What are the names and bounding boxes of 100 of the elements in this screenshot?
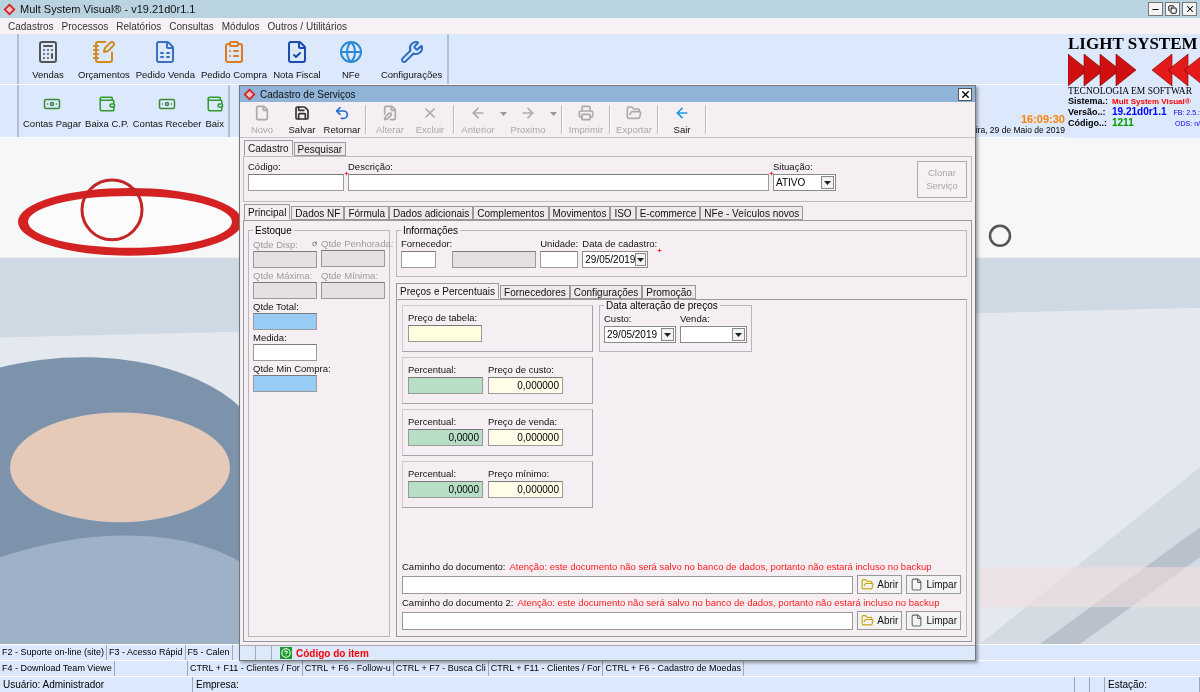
field-label: Qtde Total:	[253, 301, 299, 312]
percent-field[interactable]: 0,0000	[408, 429, 483, 446]
clear-button[interactable]: Limpar	[906, 611, 961, 630]
field-label: Caminho do documento:	[402, 561, 506, 572]
date-field[interactable]: 29/05/2019	[582, 251, 649, 268]
clear-button[interactable]: Limpar	[906, 575, 961, 594]
dropdown-button[interactable]	[635, 253, 647, 266]
tab[interactable]: Fórmula	[344, 206, 390, 220]
info-label: Código..:	[1068, 118, 1108, 128]
tab[interactable]: NFe - Veículos novos	[700, 206, 804, 220]
caret-icon	[549, 111, 557, 116]
wallet-icon	[97, 95, 116, 113]
percent-field[interactable]	[408, 377, 483, 394]
tab[interactable]: Configurações	[569, 285, 643, 299]
menu-item[interactable]: Relatórios	[112, 20, 166, 32]
supplier-name-field[interactable]	[452, 251, 537, 268]
toolbar-button[interactable]: Pedido Venda	[132, 34, 198, 84]
date-field[interactable]: 29/05/2019	[604, 326, 676, 343]
menu-item[interactable]: Outros / Utilitários	[263, 20, 352, 32]
table-price-field[interactable]	[408, 325, 482, 342]
close-icon	[959, 88, 971, 100]
toolbar-button[interactable]: Baix	[203, 85, 226, 137]
toolbar-button[interactable]: Baixa C.P.	[83, 85, 131, 137]
tab[interactable]: E-commerce	[635, 206, 701, 220]
toolbar-button[interactable]: NFe	[323, 34, 378, 84]
toolbar-button[interactable]: Contas Receber	[130, 85, 204, 137]
close-button[interactable]	[1182, 2, 1197, 16]
code-field[interactable]	[248, 174, 344, 191]
price-field[interactable]: 0,000000	[488, 429, 563, 446]
tab[interactable]: Dados adicionais	[389, 206, 474, 220]
toolbar-button[interactable]: Pedido Compra	[197, 34, 270, 84]
unit-field[interactable]	[540, 251, 579, 268]
toolbar-button[interactable]: Nota Fiscal	[269, 34, 324, 84]
close-button[interactable]	[958, 87, 972, 101]
toolbar-button[interactable]: Sair	[662, 104, 702, 135]
toolbar-button[interactable]: Retornar	[322, 104, 362, 135]
help-icon	[280, 647, 292, 659]
stock-field[interactable]	[321, 282, 385, 299]
dropdown-button[interactable]	[732, 328, 745, 341]
warning-text: Atenção: este documento não será salvo no banco de dados, portanto não estará incluso no backup	[517, 597, 940, 608]
toolbar-button[interactable]: Vendas	[21, 34, 75, 84]
status-text: Estação:	[1105, 677, 1200, 692]
field-label: Medida:	[253, 332, 287, 343]
supplier-code-field[interactable]	[401, 251, 436, 268]
wallet-icon	[205, 95, 224, 113]
stock-field[interactable]	[253, 313, 317, 330]
menu-item[interactable]: Consultas	[165, 20, 218, 32]
field-label: Preço de custo:	[488, 364, 555, 375]
stock-field[interactable]	[321, 250, 385, 267]
dropdown-button[interactable]	[821, 176, 834, 189]
document-path-field[interactable]	[402, 575, 854, 594]
status-select[interactable]: ATIVO	[773, 174, 836, 191]
dropdown-button[interactable]	[661, 328, 674, 341]
field-label: Preço mínimo:	[488, 468, 551, 479]
document-path-field[interactable]	[402, 611, 854, 630]
description-field[interactable]	[348, 174, 769, 191]
open-button[interactable]: Abrir	[857, 575, 903, 594]
menu-item[interactable]: Processos	[57, 20, 113, 32]
menu-item[interactable]: Módulos	[217, 20, 264, 32]
field-label: Preço de tabela:	[408, 312, 479, 323]
stock-field[interactable]	[253, 375, 317, 392]
toolbar-button[interactable]: Contas Pagar	[21, 85, 84, 137]
tab[interactable]: Complementos	[473, 206, 549, 220]
tab[interactable]: Principal	[244, 204, 291, 220]
restore-button[interactable]	[1165, 2, 1180, 16]
stock-field[interactable]	[253, 344, 317, 361]
tab[interactable]: Pesquisar	[293, 142, 347, 156]
caret-icon	[637, 257, 645, 262]
price-field[interactable]: 0,000000	[488, 481, 563, 498]
tab[interactable]: Preços e Percentuais	[396, 283, 500, 299]
clock: 16:09:30	[1020, 113, 1065, 125]
info-value: 1211	[1112, 117, 1134, 128]
field-label: Descrição:	[348, 161, 394, 172]
toolbar-button[interactable]: Configurações	[377, 34, 446, 84]
percent-field[interactable]: 0,0000	[408, 481, 483, 498]
warning-text: Atenção: este documento não será salvo no banco de dados, portanto não estará incluso no backup	[509, 561, 932, 572]
brand-name: LIGHT SYSTEM	[1068, 34, 1199, 54]
date-text: ira, 29 de Maio de 2019	[975, 125, 1065, 135]
minimize-button[interactable]	[1148, 2, 1163, 16]
field-label: Caminho do documento 2:	[402, 597, 514, 608]
tab[interactable]: Promoção	[642, 285, 696, 299]
menu-item[interactable]: Cadastros	[4, 20, 58, 32]
stock-field[interactable]	[253, 251, 317, 268]
tab[interactable]: Cadastro	[244, 140, 293, 156]
refresh-icon[interactable]	[311, 238, 317, 250]
field-label: Percentual:	[408, 416, 458, 427]
stock-field[interactable]	[253, 282, 317, 299]
tab[interactable]: Movimentos	[548, 206, 611, 220]
window-title: Mult System Visual® - v19.21d0r1.1	[20, 3, 196, 15]
toolbar-button[interactable]: Orçamentos	[75, 34, 133, 84]
tab[interactable]: ISO	[610, 206, 636, 220]
app-logo-icon	[243, 87, 256, 101]
toolbar-button[interactable]: Salvar	[282, 104, 322, 135]
tab[interactable]: Fornecedores	[500, 285, 570, 299]
folder-icon	[861, 578, 875, 591]
tab[interactable]: Dados NF	[291, 206, 345, 220]
date-field[interactable]	[680, 326, 747, 343]
open-button[interactable]: Abrir	[857, 611, 903, 630]
caret-icon	[664, 332, 671, 337]
price-field[interactable]: 0,000000	[488, 377, 563, 394]
